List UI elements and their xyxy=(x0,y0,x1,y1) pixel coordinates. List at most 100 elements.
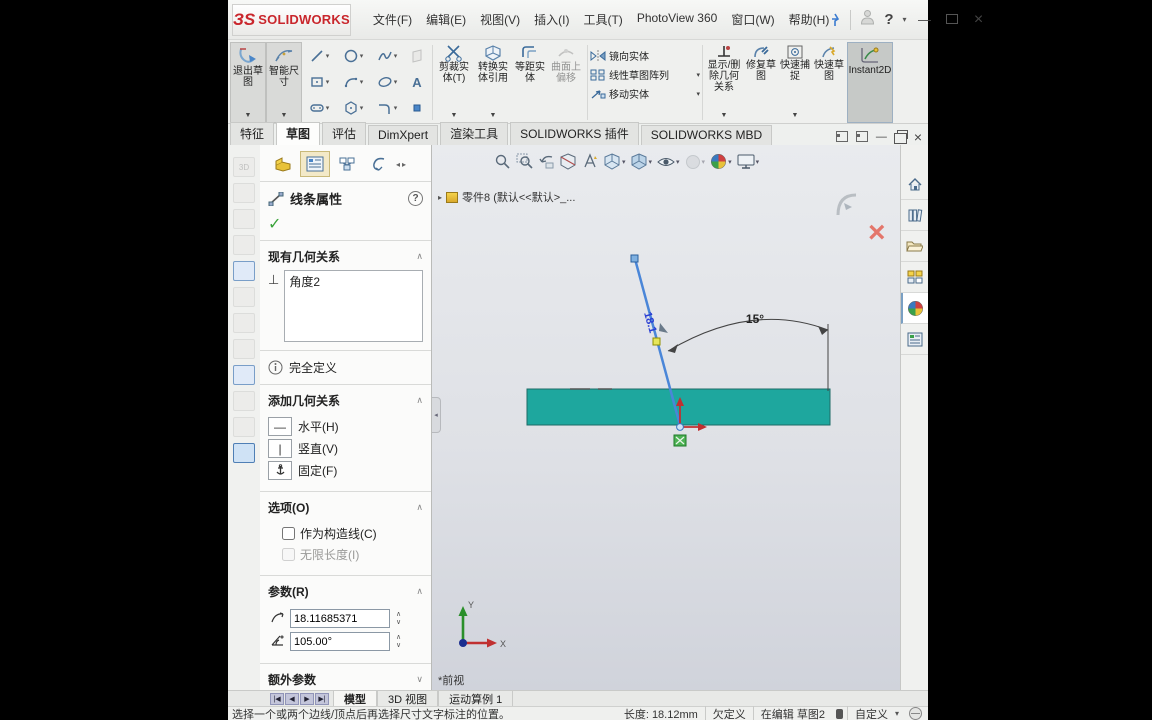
move-caret-icon[interactable]: ▾ xyxy=(696,90,700,98)
spline-caret-icon[interactable]: ▾ xyxy=(394,52,398,60)
existing-relations-header[interactable]: 现有几何关系 ∧ xyxy=(260,241,431,268)
menu-view[interactable]: 视图(V) xyxy=(480,11,520,28)
angle-input[interactable] xyxy=(290,632,390,651)
quick-snaps-button[interactable]: 快速捕捉 ▼ xyxy=(779,42,811,123)
next-tab-button[interactable]: ▶ xyxy=(300,692,314,705)
smart-dimension-caret-icon[interactable]: ▼ xyxy=(281,109,288,122)
mirror-entities-button[interactable]: 镜向实体 xyxy=(590,48,700,63)
file-explorer-tab[interactable] xyxy=(901,231,928,262)
relations-listbox[interactable]: 角度2 xyxy=(284,270,423,342)
extra-parameters-header[interactable]: 额外参数 ∨ xyxy=(260,664,431,691)
tag-icon[interactable] xyxy=(909,707,922,720)
polygon-tool[interactable]: ▾ xyxy=(336,95,370,121)
ellipse-caret-icon[interactable]: ▾ xyxy=(394,78,398,86)
smart-dimension-button[interactable]: 智能尺寸 ▼ xyxy=(266,42,302,123)
panel-help-icon[interactable]: ? xyxy=(408,191,423,206)
tab-mbd[interactable]: SOLIDWORKS MBD xyxy=(640,125,773,145)
tab-dimxpert[interactable]: DimXpert xyxy=(368,125,439,145)
collapse-pane-right-icon[interactable] xyxy=(855,131,868,142)
arc-caret-icon[interactable]: ▾ xyxy=(360,78,364,86)
model-tab[interactable]: 模型 xyxy=(333,691,377,706)
convert-entities-button[interactable]: 转换实体引用 ▼ xyxy=(473,42,513,123)
move-entities-button[interactable]: 移动实体 ▾ xyxy=(590,86,700,101)
property-manager-tab[interactable] xyxy=(300,151,330,177)
design-library-tab[interactable] xyxy=(901,200,928,231)
exit-sketch-caret-icon[interactable]: ▼ xyxy=(245,109,252,122)
fillet-tool[interactable]: ▾ xyxy=(370,95,404,121)
first-tab-button[interactable]: |◀ xyxy=(270,692,284,705)
menu-tools[interactable]: 工具(T) xyxy=(583,11,622,28)
configuration-manager-tab[interactable] xyxy=(332,151,362,177)
fillet-caret-icon[interactable]: ▾ xyxy=(394,104,398,112)
ellipse-tool[interactable]: ▾ xyxy=(370,69,404,95)
repair-sketch-button[interactable]: 修复草图 xyxy=(743,42,779,123)
trim-caret-icon[interactable]: ▼ xyxy=(451,110,458,121)
rectangle-tool[interactable]: ▾ xyxy=(302,69,336,95)
tab-features[interactable]: 特征 xyxy=(230,122,275,145)
construction-checkbox[interactable] xyxy=(282,527,295,540)
prev-tab-button[interactable]: ◀ xyxy=(285,692,299,705)
menu-photoview[interactable]: PhotoView 360 xyxy=(637,11,718,28)
length-spinner[interactable]: ∧ ∨ xyxy=(394,611,401,626)
spline-tool[interactable]: ▾ xyxy=(370,43,404,69)
vertical-relation-button[interactable]: | 竖直(V) xyxy=(268,439,423,458)
fixed-relation-badge[interactable] xyxy=(673,434,687,447)
parameters-header[interactable]: 参数(R) ∧ xyxy=(260,576,431,603)
doc-minimize-button[interactable]: — xyxy=(876,131,887,142)
construction-line-option[interactable]: 作为构造线(C) xyxy=(282,525,423,542)
arc-tool[interactable]: ▾ xyxy=(336,69,370,95)
slot-tool[interactable]: ▾ xyxy=(302,95,336,121)
close-button[interactable]: × xyxy=(970,11,988,29)
tab-render-tools[interactable]: 渲染工具 xyxy=(440,122,509,145)
length-input[interactable] xyxy=(290,609,390,628)
menu-insert[interactable]: 插入(I) xyxy=(534,11,569,28)
view-palette-tab[interactable] xyxy=(901,262,928,293)
custom-properties-tab[interactable] xyxy=(901,324,928,355)
menu-edit[interactable]: 编辑(E) xyxy=(426,11,466,28)
instant2d-button[interactable]: Instant2D xyxy=(847,42,893,123)
minimize-button[interactable]: — xyxy=(916,12,934,27)
help-button[interactable]: ? xyxy=(884,11,893,28)
relations-caret-icon[interactable]: ▼ xyxy=(721,110,728,121)
exit-sketch-button[interactable]: 退出草图 ▼ xyxy=(230,42,266,123)
line-endpoint-origin[interactable] xyxy=(676,423,684,431)
quick-snaps-caret-icon[interactable]: ▼ xyxy=(792,110,799,121)
trim-entities-button[interactable]: 剪裁实体(T) ▼ xyxy=(435,42,473,123)
feature-manager-tab[interactable] xyxy=(268,151,298,177)
menu-help[interactable]: 帮助(H) xyxy=(789,11,830,28)
menu-file[interactable]: 文件(F) xyxy=(373,11,412,28)
circle-tool[interactable]: ▾ xyxy=(336,43,370,69)
angle-spinner[interactable]: ∧ ∨ xyxy=(394,634,401,649)
fix-relation-button[interactable]: 固定(F) xyxy=(268,461,423,480)
angle-dimension-text[interactable]: 15° xyxy=(746,312,764,326)
tab-addins[interactable]: SOLIDWORKS 插件 xyxy=(510,122,639,145)
pin-icon[interactable] xyxy=(829,13,841,27)
linear-pattern-button[interactable]: 线性草图阵列 ▾ xyxy=(590,67,700,82)
units-selector[interactable]: 自定义 xyxy=(846,705,895,720)
extrude-boss-tool[interactable] xyxy=(233,261,255,281)
line-caret-icon[interactable]: ▾ xyxy=(326,52,330,60)
last-tab-button[interactable]: ▶| xyxy=(315,692,329,705)
offset-entities-button[interactable]: 等距实体 xyxy=(513,42,547,123)
home-tab[interactable] xyxy=(901,169,928,200)
motion-study-tab[interactable]: 运动算例 1 xyxy=(438,691,514,706)
graphics-viewport[interactable]: ▾ ▾ ▾ ▾ ▾ ▾ ▸ 零件8 (默认<<默认>_... × ◂ 15° 1… xyxy=(432,145,900,690)
tab-sketch[interactable]: 草图 xyxy=(276,122,321,145)
collapse-pane-left-icon[interactable] xyxy=(835,131,848,142)
add-relations-header[interactable]: 添加几何关系 ∧ xyxy=(260,385,431,412)
highlighted-point[interactable] xyxy=(652,337,661,346)
slot-caret-icon[interactable]: ▾ xyxy=(326,104,330,112)
convert-caret-icon[interactable]: ▼ xyxy=(490,110,497,121)
panel-tab-prev-icon[interactable]: ◂ xyxy=(396,160,400,169)
accept-check-icon[interactable]: ✓ xyxy=(268,216,281,233)
user-icon[interactable] xyxy=(860,9,875,30)
maximize-button[interactable] xyxy=(943,12,961,27)
3d-views-tab[interactable]: 3D 视图 xyxy=(377,691,439,706)
linear-pattern-caret-icon[interactable]: ▾ xyxy=(696,71,700,79)
circle-caret-icon[interactable]: ▾ xyxy=(360,52,364,60)
line-endpoint-top[interactable] xyxy=(630,254,639,263)
menu-window[interactable]: 窗口(W) xyxy=(731,11,774,28)
appearances-tab[interactable] xyxy=(901,293,928,324)
tab-evaluate[interactable]: 评估 xyxy=(322,122,367,145)
rapid-sketch-button[interactable]: 快速草图 xyxy=(811,42,847,123)
